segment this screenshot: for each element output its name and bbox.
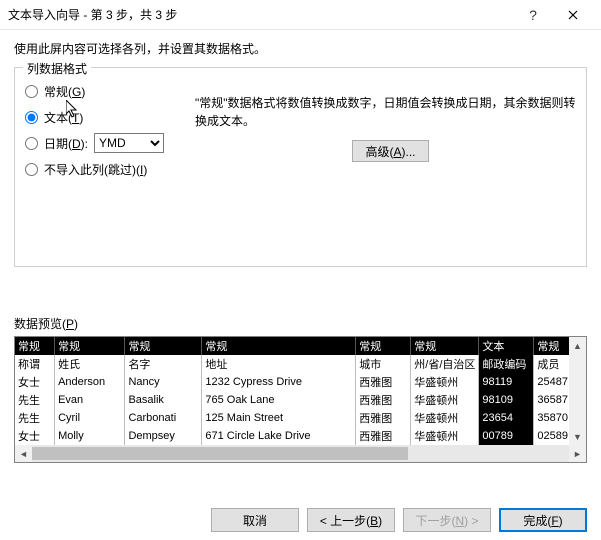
window-title: 文本导入向导 - 第 3 步，共 3 步: [8, 6, 513, 23]
radio-general[interactable]: [25, 85, 38, 98]
table-cell: 女士: [15, 373, 55, 391]
table-row: 称谓姓氏名字地址城市州/省/自治区邮政编码成员: [15, 355, 569, 373]
vertical-scrollbar[interactable]: ▲ ▼: [569, 337, 586, 445]
column-header[interactable]: 常规: [411, 337, 479, 355]
step-description: 使用此屏内容可选择各列，并设置其数据格式。: [14, 40, 587, 57]
radio-skip[interactable]: [25, 163, 38, 176]
scroll-left-icon[interactable]: ◄: [15, 445, 32, 462]
radio-text-row[interactable]: 文本(T): [25, 104, 185, 130]
preview-panel: 常规常规常规常规常规常规文本常规 称谓姓氏名字地址城市州/省/自治区邮政编码成员…: [14, 336, 587, 463]
table-cell: 98109: [479, 391, 534, 409]
radio-date-row[interactable]: 日期(D): YMD: [25, 130, 185, 156]
table-cell: 名字: [125, 355, 202, 373]
column-header[interactable]: 常规: [202, 337, 356, 355]
column-header[interactable]: 常规: [55, 337, 125, 355]
column-header[interactable]: 常规: [356, 337, 411, 355]
column-header[interactable]: 常规: [534, 337, 569, 355]
table-cell: 765 Oak Lane: [202, 391, 356, 409]
scroll-right-icon[interactable]: ►: [569, 445, 586, 462]
table-row: 先生CyrilCarbonati125 Main Street西雅图华盛顿州23…: [15, 409, 569, 427]
preview-label: 数据预览(P): [14, 315, 587, 332]
table-cell: 姓氏: [55, 355, 125, 373]
radio-text[interactable]: [25, 111, 38, 124]
table-row: 女士AndersonNancy1232 Cypress Drive西雅图华盛顿州…: [15, 373, 569, 391]
table-cell: 36587: [534, 391, 569, 409]
table-cell: Carbonati: [125, 409, 202, 427]
table-cell: 125 Main Street: [202, 409, 356, 427]
date-format-select[interactable]: YMD: [94, 133, 164, 153]
radio-general-row[interactable]: 常规(G): [25, 78, 185, 104]
table-cell: 地址: [202, 355, 356, 373]
radio-date[interactable]: [25, 137, 38, 150]
column-header[interactable]: 常规: [125, 337, 202, 355]
table-cell: 成员: [534, 355, 569, 373]
table-cell: 先生: [15, 409, 55, 427]
scroll-down-icon[interactable]: ▼: [569, 428, 586, 445]
table-cell: Dempsey: [125, 427, 202, 445]
table-cell: 671 Circle Lake Drive: [202, 427, 356, 445]
table-cell: Cyril: [55, 409, 125, 427]
next-button: 下一步(N) >: [403, 508, 491, 532]
table-row: 先生EvanBasalik765 Oak Lane西雅图华盛顿州98109365…: [15, 391, 569, 409]
table-cell: Anderson: [55, 373, 125, 391]
table-cell: 西雅图: [356, 391, 411, 409]
table-cell: 00789: [479, 427, 534, 445]
table-cell: 西雅图: [356, 427, 411, 445]
close-button[interactable]: [553, 1, 593, 29]
preview-table[interactable]: 常规常规常规常规常规常规文本常规 称谓姓氏名字地址城市州/省/自治区邮政编码成员…: [15, 337, 569, 445]
table-cell: 1232 Cypress Drive: [202, 373, 356, 391]
format-help-text: "常规"数据格式将数值转换成数字，日期值会转换成日期，其余数据则转换成文本。: [195, 94, 586, 130]
titlebar: 文本导入向导 - 第 3 步，共 3 步 ?: [0, 0, 601, 30]
footer-buttons: 取消 < 上一步(B) 下一步(N) > 完成(F): [211, 508, 587, 532]
horizontal-scrollbar[interactable]: ◄ ►: [15, 445, 586, 462]
table-cell: Nancy: [125, 373, 202, 391]
back-button[interactable]: < 上一步(B): [307, 508, 395, 532]
table-cell: 城市: [356, 355, 411, 373]
table-cell: 25487: [534, 373, 569, 391]
table-cell: 西雅图: [356, 373, 411, 391]
help-button[interactable]: ?: [513, 1, 553, 29]
table-cell: Evan: [55, 391, 125, 409]
table-cell: 华盛顿州: [411, 391, 479, 409]
table-cell: 称谓: [15, 355, 55, 373]
table-cell: 98119: [479, 373, 534, 391]
table-row: 女士MollyDempsey671 Circle Lake Drive西雅图华盛…: [15, 427, 569, 445]
table-cell: 华盛顿州: [411, 373, 479, 391]
advanced-button[interactable]: 高级(A)...: [352, 140, 428, 162]
column-format-fieldset: 列数据格式 常规(G) 文本(T) 日期(D): YMD: [14, 67, 587, 267]
table-cell: 华盛顿州: [411, 409, 479, 427]
table-cell: 女士: [15, 427, 55, 445]
close-icon: [568, 10, 578, 20]
table-cell: Basalik: [125, 391, 202, 409]
table-cell: 35870: [534, 409, 569, 427]
table-cell: 华盛顿州: [411, 427, 479, 445]
table-cell: 邮政编码: [479, 355, 534, 373]
table-cell: Molly: [55, 427, 125, 445]
scroll-up-icon[interactable]: ▲: [569, 337, 586, 354]
table-cell: 西雅图: [356, 409, 411, 427]
table-cell: 先生: [15, 391, 55, 409]
radio-skip-row[interactable]: 不导入此列(跳过)(I): [25, 156, 185, 182]
column-header[interactable]: 文本: [479, 337, 534, 355]
table-cell: 23654: [479, 409, 534, 427]
table-cell: 州/省/自治区: [411, 355, 479, 373]
table-cell: 02589: [534, 427, 569, 445]
scrollbar-thumb[interactable]: [32, 447, 408, 460]
column-header[interactable]: 常规: [15, 337, 55, 355]
cancel-button[interactable]: 取消: [211, 508, 299, 532]
finish-button[interactable]: 完成(F): [499, 508, 587, 532]
